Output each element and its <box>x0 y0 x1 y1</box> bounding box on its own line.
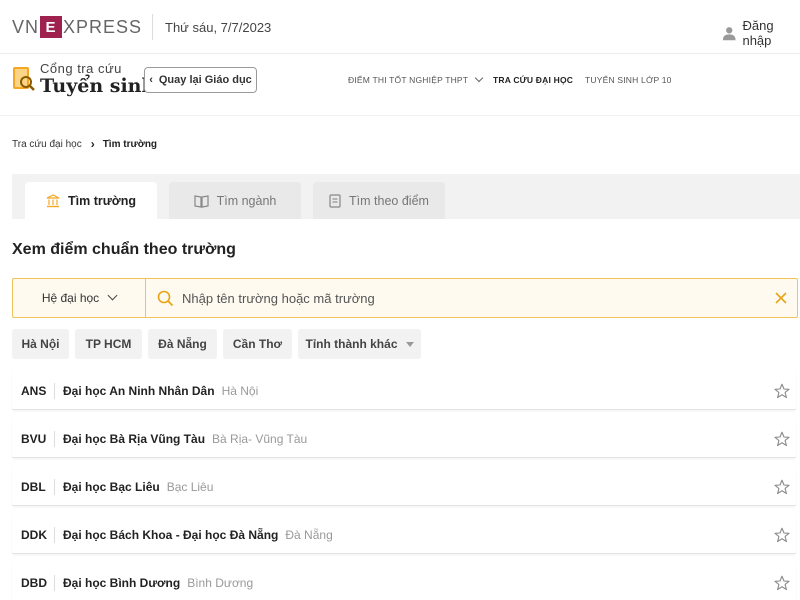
row-divider <box>54 574 55 591</box>
school-name: Đại học An Ninh Nhân Dân <box>63 383 215 398</box>
tab-tim-nganh[interactable]: Tìm ngành <box>169 182 301 219</box>
chip-label: TP HCM <box>85 337 132 351</box>
star-icon[interactable] <box>774 479 790 495</box>
school-row[interactable]: ANS Đại học An Ninh Nhân Dân Hà Nội <box>12 372 796 410</box>
tuyen-sinh-brand[interactable]: Cổng tra cứu Tuyển sinh <box>12 62 155 96</box>
tab-tim-truong[interactable]: Tìm trường <box>25 182 157 219</box>
school-icon <box>46 193 60 207</box>
school-location: Bình Dương <box>187 575 254 590</box>
tab-label: Tìm ngành <box>216 193 277 208</box>
star-icon[interactable] <box>774 527 790 543</box>
back-to-education-button[interactable]: ‹ Quay lại Giáo dục <box>144 67 257 93</box>
logo-xpress: XPRESS <box>63 16 143 37</box>
close-icon[interactable] <box>773 290 789 306</box>
school-code: ANS <box>21 383 47 398</box>
header-divider <box>152 14 153 40</box>
breadcrumb: Tra cứu đại học › Tìm trường <box>12 137 157 151</box>
level-select-value: Hệ đại học <box>41 291 100 305</box>
caret-down-icon <box>405 341 414 347</box>
menu-item-diem-thi[interactable]: ĐIỂM THI TỐT NGHIỆP THPT <box>348 73 484 85</box>
page-title: Xem điểm chuẩn theo trường <box>12 241 236 258</box>
region-chip-ha-noi[interactable]: Hà Nội <box>12 329 69 359</box>
school-name: Đại học Bách Khoa - Đại học Đà Nẵng <box>63 527 279 542</box>
school-row[interactable]: DBL Đại học Bạc Liêu Bạc Liêu <box>12 468 796 506</box>
logo-vn: VN <box>12 16 40 37</box>
row-divider <box>54 430 55 447</box>
school-row[interactable]: DBD Đại học Bình Dương Bình Dương <box>12 564 796 600</box>
menu-item-tuyen-sinh-lop-10[interactable]: TUYỂN SINH LỚP 10 <box>585 75 672 85</box>
chip-label: Tỉnh thành khác <box>305 337 398 351</box>
school-name: Đại học Bà Rịa Vũng Tàu <box>63 431 206 446</box>
region-chip-tp-hcm[interactable]: TP HCM <box>75 329 142 359</box>
school-row[interactable]: DDK Đại học Bách Khoa - Đại học Đà Nẵng … <box>12 516 796 554</box>
school-name: Đại học Bạc Liêu <box>63 479 160 494</box>
region-chip-other-provinces[interactable]: Tỉnh thành khác <box>298 329 421 359</box>
back-label: Quay lại Giáo dục <box>158 74 252 86</box>
region-chip-can-tho[interactable]: Cần Thơ <box>223 329 292 359</box>
search-icon <box>157 290 174 306</box>
brand-line-2: Tuyển sinh <box>40 75 156 97</box>
school-code: DBD <box>21 575 47 590</box>
brand-line-1: Cổng tra cứu <box>40 61 122 76</box>
book-icon <box>194 194 209 208</box>
user-icon <box>722 27 736 41</box>
login-label: Đăng nhập <box>742 18 774 48</box>
school-code: DBL <box>21 479 46 494</box>
document-icon <box>329 193 341 208</box>
chevron-down-icon <box>474 73 484 83</box>
chevron-left-icon: ‹ <box>149 74 153 86</box>
school-code: BVU <box>21 431 47 446</box>
row-divider <box>54 478 55 495</box>
chevron-down-icon <box>107 290 118 300</box>
login-button[interactable]: Đăng nhập <box>722 18 800 48</box>
tab-tim-theo-diem[interactable]: Tìm theo điểm <box>313 182 445 219</box>
search-placeholder: Nhập tên trường hoặc mã trường <box>182 290 375 306</box>
star-icon[interactable] <box>774 575 790 591</box>
menu-label: ĐIỂM THI TỐT NGHIỆP THPT <box>348 75 469 85</box>
school-location: Đà Nẵng <box>285 527 333 542</box>
star-icon[interactable] <box>774 383 790 399</box>
level-select[interactable]: Hệ đại học <box>13 279 146 317</box>
school-location: Bà Rịa- Vũng Tàu <box>212 431 308 446</box>
search-input[interactable]: Nhập tên trường hoặc mã trường <box>157 279 757 317</box>
school-code: DDK <box>21 527 47 542</box>
current-date: Thứ sáu, 7/7/2023 <box>165 20 272 35</box>
search-mode-tabs: Tìm trường Tìm ngành Tìm theo điểm <box>12 174 800 219</box>
school-location: Hà Nội <box>221 383 259 398</box>
chip-label: Đà Nẵng <box>158 337 207 351</box>
school-location: Bạc Liêu <box>166 479 214 494</box>
breadcrumb-current: Tìm trường <box>102 138 158 150</box>
search-book-icon <box>13 67 35 91</box>
chip-label: Cần Thơ <box>232 337 283 351</box>
chevron-right-icon: › <box>90 137 95 151</box>
menu-label: TRA CỨU ĐẠI HỌC <box>493 75 574 85</box>
tab-label: Tìm trường <box>68 193 136 208</box>
logo-e-box: E <box>40 16 63 38</box>
vnexpress-logo[interactable]: VN E XPRESS <box>12 15 142 39</box>
school-search-bar: Hệ đại học Nhập tên trường hoặc mã trườn… <box>12 278 798 318</box>
school-row[interactable]: BVU Đại học Bà Rịa Vũng Tàu Bà Rịa- Vũng… <box>12 420 796 458</box>
top-bar: VN E XPRESS Thứ sáu, 7/7/2023 Đăng nhập <box>0 0 800 54</box>
tab-label: Tìm theo điểm <box>349 193 429 208</box>
breadcrumb-parent[interactable]: Tra cứu đại học <box>12 139 82 150</box>
menu-label: TUYỂN SINH LỚP 10 <box>585 75 672 85</box>
sub-navigation: Cổng tra cứu Tuyển sinh ‹ Quay lại Giáo … <box>0 54 800 116</box>
row-divider <box>54 382 55 399</box>
chip-label: Hà Nội <box>21 337 60 351</box>
row-divider <box>54 526 55 543</box>
region-chip-da-nang[interactable]: Đà Nẵng <box>148 329 217 359</box>
school-name: Đại học Bình Dương <box>63 575 181 590</box>
star-icon[interactable] <box>774 431 790 447</box>
menu-item-tra-cuu-dai-hoc[interactable]: TRA CỨU ĐẠI HỌC <box>493 75 573 85</box>
